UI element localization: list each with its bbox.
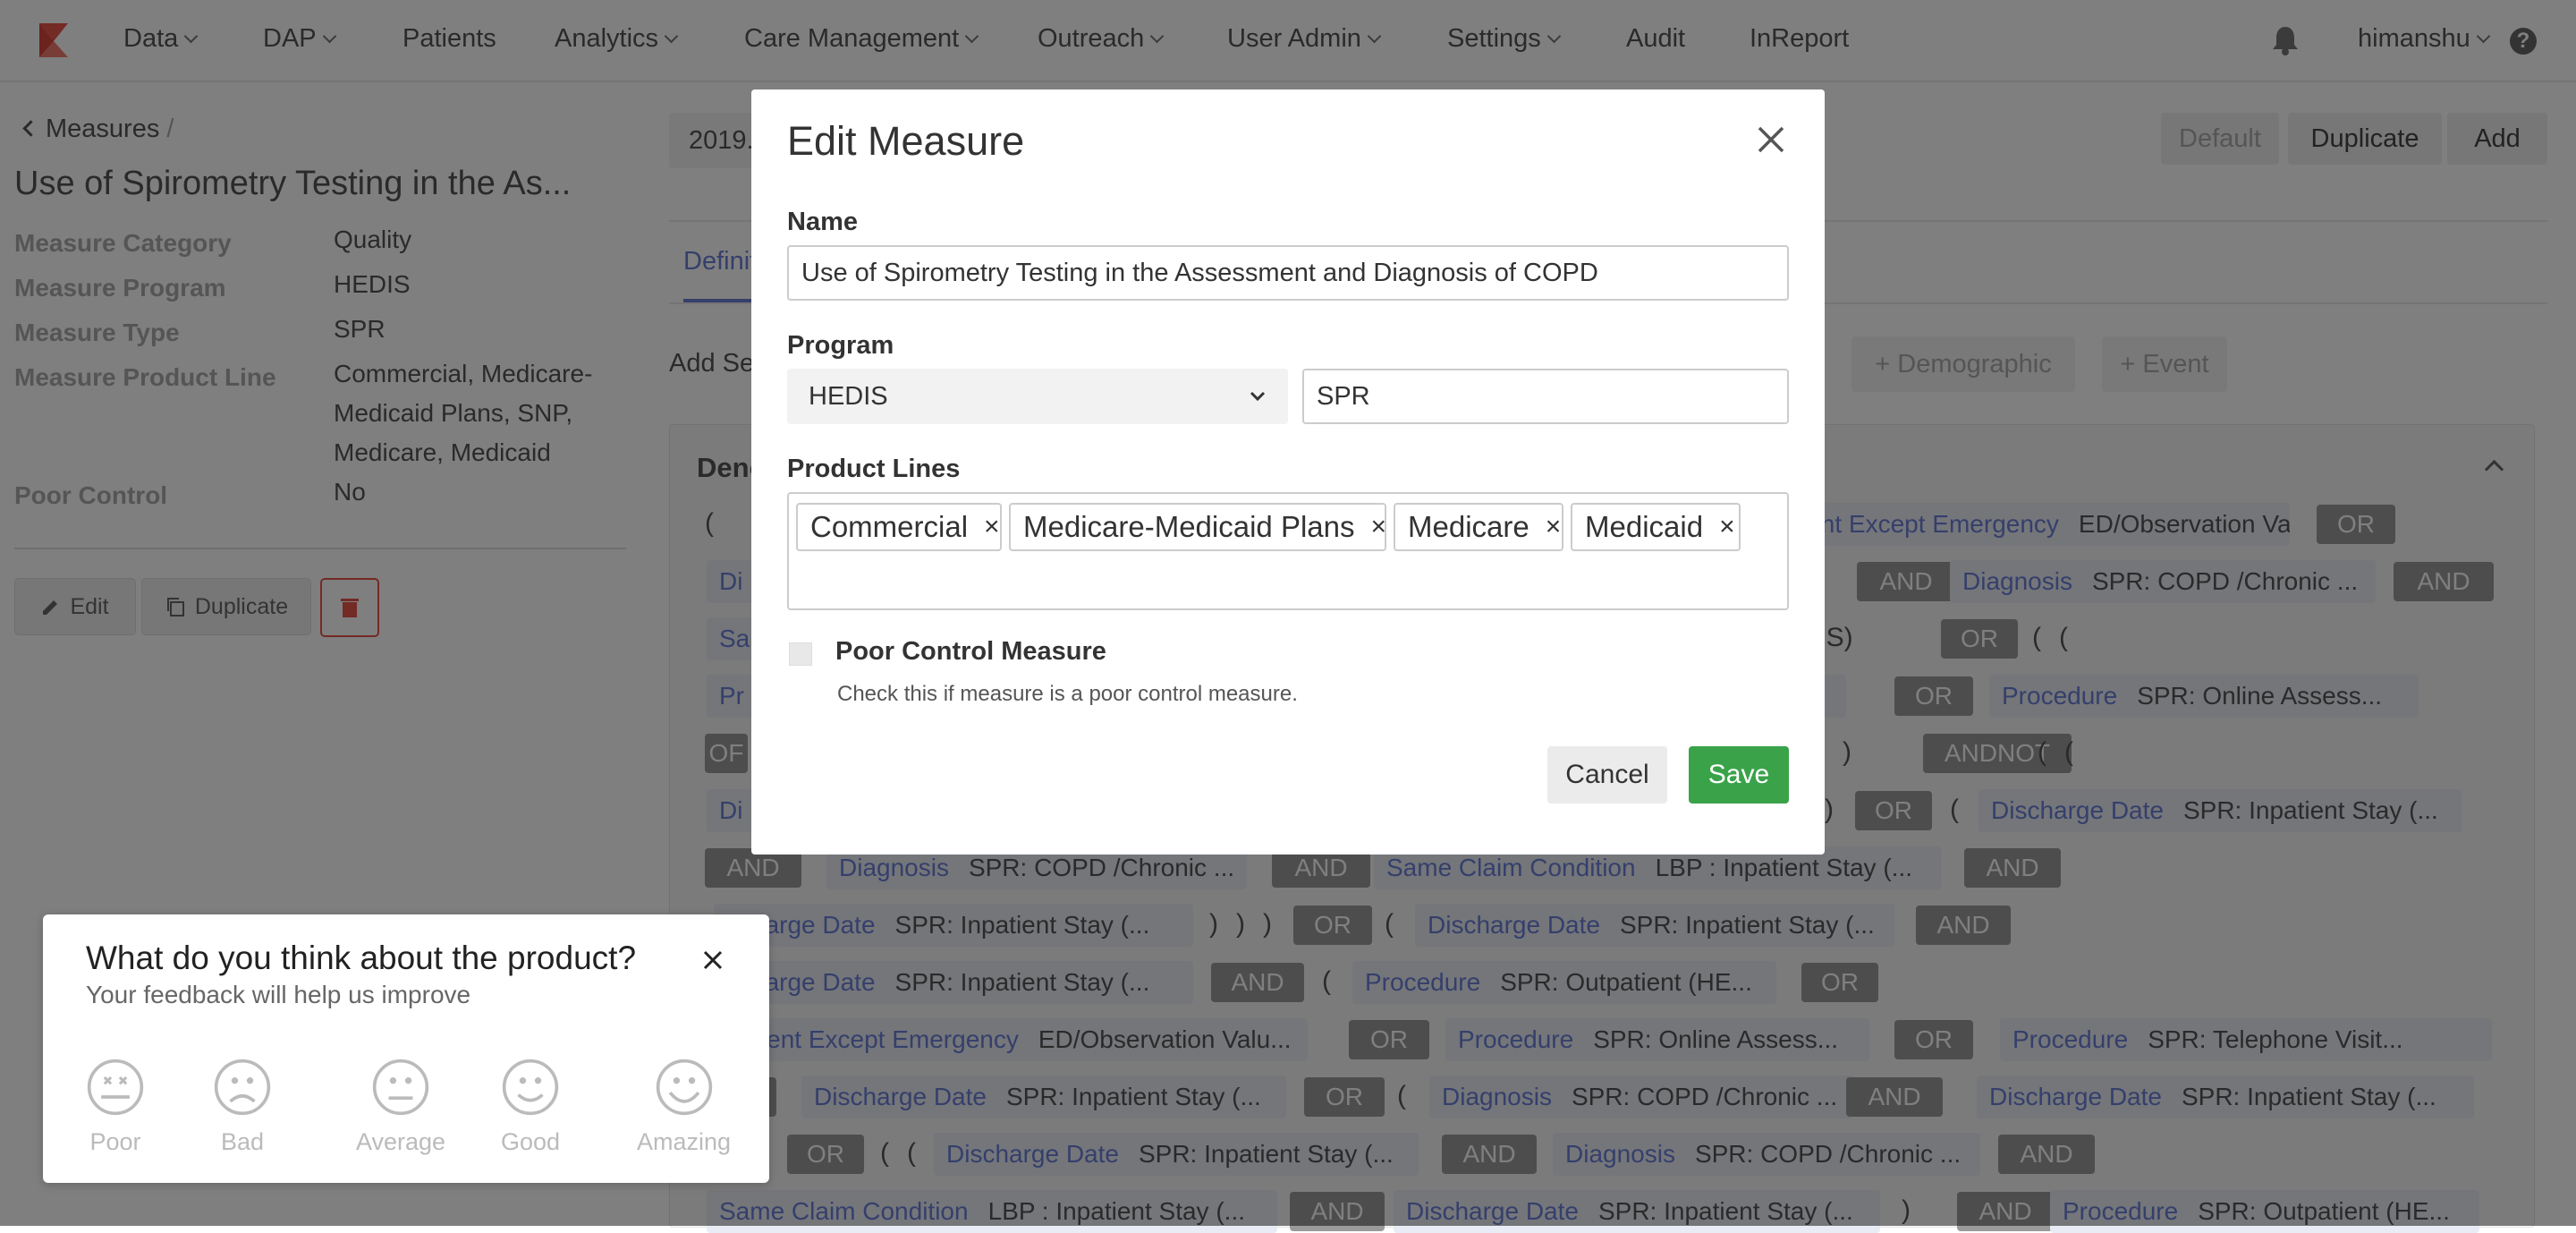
amazing-face-icon [656, 1059, 712, 1116]
rating-option-good[interactable]: Good [501, 1058, 560, 1156]
edit-measure-modal: Edit Measure Name Use of Spirometry Test… [751, 89, 1825, 855]
modal-title: Edit Measure [787, 118, 1025, 164]
rating-option-average[interactable]: Average [356, 1058, 445, 1156]
rating-label: Poor [89, 1128, 141, 1155]
rating-option-bad[interactable]: Bad [213, 1058, 272, 1156]
remove-tag-icon[interactable]: × [1546, 512, 1562, 542]
rating-label: Good [501, 1128, 561, 1155]
poor-face-icon [87, 1059, 144, 1116]
name-input-value: Use of Spirometry Testing in the Assessm… [801, 258, 1598, 287]
rating-label: Average [356, 1128, 446, 1155]
product-lines-multiselect[interactable]: Commercial × Medicare-Medicaid Plans × Med… [787, 492, 1789, 610]
rating-label: Bad [220, 1128, 265, 1155]
poor-control-checkbox[interactable] [789, 642, 812, 666]
save-button[interactable]: Save [1689, 746, 1789, 804]
rating-option-poor[interactable]: Poor [86, 1058, 145, 1156]
product-line-tag: Commercial × [796, 503, 1002, 551]
tag-label: Medicaid [1585, 510, 1704, 543]
feedback-widget: What do you think about the product? You… [43, 914, 769, 1183]
measure-type-value: SPR [1317, 381, 1370, 411]
remove-tag-icon[interactable]: × [1719, 512, 1735, 542]
rating-label: Amazing [637, 1128, 732, 1155]
name-label: Name [787, 208, 858, 236]
poor-control-help-text: Check this if measure is a poor control … [837, 682, 1298, 706]
tag-label: Medicare [1408, 510, 1530, 543]
measure-type-input[interactable]: SPR [1302, 369, 1789, 424]
poor-control-label: Poor Control Measure [835, 637, 1106, 666]
bad-face-icon [214, 1059, 271, 1116]
name-input[interactable]: Use of Spirometry Testing in the Assessm… [787, 245, 1789, 301]
product-lines-label: Product Lines [787, 455, 961, 483]
feedback-title: What do you think about the product? [86, 940, 637, 976]
close-icon[interactable] [1757, 125, 1785, 154]
cancel-button[interactable]: Cancel [1547, 746, 1667, 804]
product-line-tag: Medicare-Medicaid Plans × [1009, 503, 1386, 551]
feedback-subtitle: Your feedback will help us improve [86, 981, 471, 1008]
remove-tag-icon[interactable]: × [1371, 512, 1387, 542]
program-select[interactable]: HEDIS [787, 369, 1288, 424]
average-face-icon [372, 1059, 429, 1116]
tag-label: Medicare-Medicaid Plans [1023, 510, 1355, 543]
rating-option-amazing[interactable]: Amazing [637, 1058, 731, 1156]
good-face-icon [502, 1059, 559, 1116]
product-line-tag: Medicare × [1394, 503, 1563, 551]
product-line-tag: Medicaid × [1571, 503, 1741, 551]
close-icon[interactable] [703, 950, 723, 970]
chevron-down-icon [1250, 391, 1266, 402]
tag-label: Commercial [810, 510, 969, 543]
remove-tag-icon[interactable]: × [984, 512, 1000, 542]
program-label: Program [787, 331, 894, 360]
program-select-value: HEDIS [809, 381, 888, 411]
